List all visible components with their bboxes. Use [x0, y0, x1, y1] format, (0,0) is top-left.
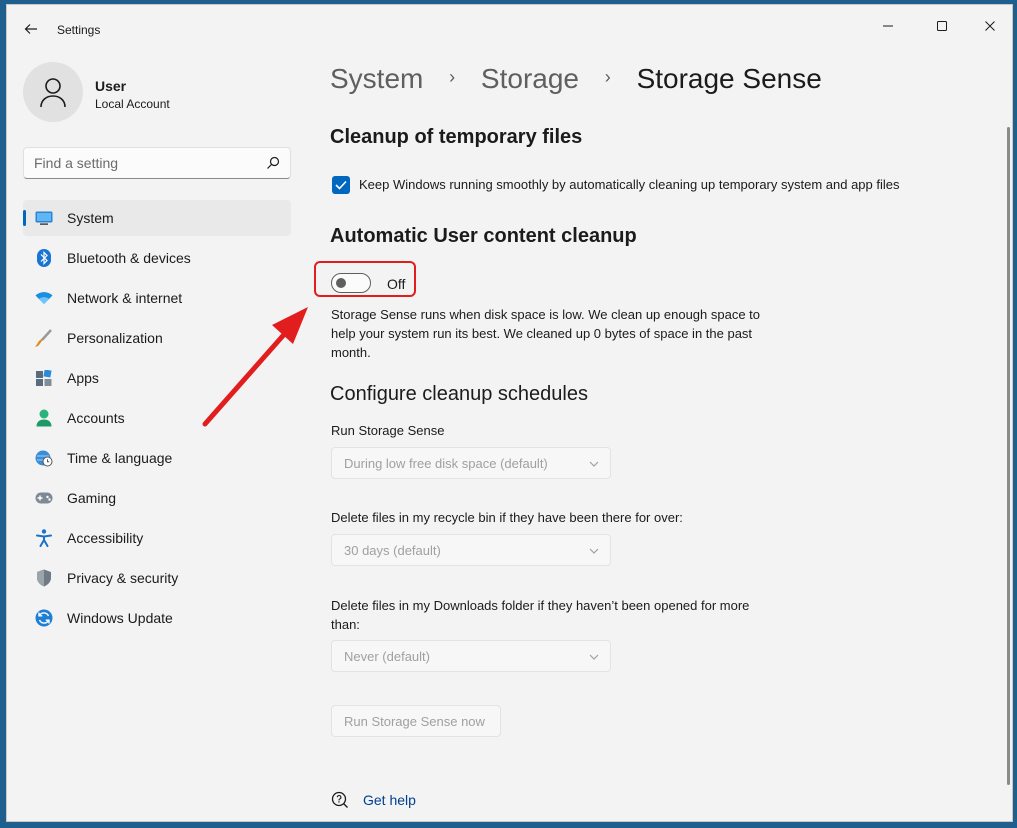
button-label: Run Storage Sense now — [344, 714, 485, 729]
checkbox-label[interactable]: Keep Windows running smoothly by automat… — [359, 177, 900, 192]
keep-windows-running-checkbox[interactable] — [332, 176, 350, 194]
sidebar-nav: System Bluetooth & devices Network & int… — [23, 200, 291, 640]
sidebar-item-personalization[interactable]: Personalization — [23, 320, 291, 356]
sidebar-item-network[interactable]: Network & internet — [23, 280, 291, 316]
dropdown-value: During low free disk space (default) — [344, 456, 548, 471]
gamepad-icon — [35, 489, 53, 507]
sidebar-item-label: Windows Update — [67, 610, 173, 626]
sidebar-item-system[interactable]: System — [23, 200, 291, 236]
run-storage-sense-dropdown[interactable]: During low free disk space (default) — [331, 447, 611, 479]
title-bar: Settings — [7, 5, 1012, 51]
sidebar-item-label: Accounts — [67, 410, 125, 426]
wifi-icon — [35, 289, 53, 307]
sidebar-item-label: Network & internet — [67, 290, 183, 306]
sidebar-item-time-language[interactable]: Time & language — [23, 440, 291, 476]
search-input[interactable] — [24, 148, 264, 178]
sidebar-item-label: Bluetooth & devices — [67, 250, 191, 266]
account-type: Local Account — [95, 97, 170, 111]
close-button[interactable] — [967, 11, 1012, 41]
recycle-bin-label: Delete files in my recycle bin if they h… — [331, 510, 683, 525]
sidebar-item-accessibility[interactable]: Accessibility — [23, 520, 291, 556]
section-heading-auto-cleanup: Automatic User content cleanup — [330, 225, 637, 247]
minimize-button[interactable] — [865, 11, 911, 41]
sidebar-item-label: Accessibility — [67, 530, 144, 546]
page-title: Storage Sense — [636, 63, 822, 94]
recycle-bin-dropdown[interactable]: 30 days (default) — [331, 534, 611, 566]
chevron-down-icon — [589, 548, 599, 554]
run-storage-sense-label: Run Storage Sense — [331, 423, 445, 438]
sidebar-item-accounts[interactable]: Accounts — [23, 400, 291, 436]
get-help-link[interactable]: Get help — [363, 792, 416, 808]
globe-clock-icon — [35, 449, 53, 467]
breadcrumb-system[interactable]: System — [330, 63, 423, 94]
toggle-knob — [336, 278, 346, 288]
run-storage-sense-now-button[interactable]: Run Storage Sense now — [331, 705, 501, 737]
user-name: User — [95, 78, 127, 94]
dropdown-value: Never (default) — [344, 649, 430, 664]
sidebar-item-label: Gaming — [67, 490, 117, 506]
accounts-icon — [35, 409, 53, 427]
settings-window: Settings User Local Account Find a setti… — [6, 4, 1013, 822]
bluetooth-icon — [35, 249, 53, 267]
dropdown-value: 30 days (default) — [344, 543, 441, 558]
section-heading-temp-files: Cleanup of temporary files — [330, 126, 583, 148]
user-icon — [40, 78, 66, 108]
back-button[interactable] — [21, 19, 41, 39]
scrollbar[interactable] — [1007, 127, 1010, 785]
chevron-down-icon — [589, 654, 599, 660]
close-icon — [985, 21, 995, 31]
help-icon — [331, 791, 348, 808]
sidebar-item-bluetooth[interactable]: Bluetooth & devices — [23, 240, 291, 276]
sidebar-item-windows-update[interactable]: Windows Update — [23, 600, 291, 636]
chevron-right-icon: › — [449, 67, 456, 88]
downloads-folder-dropdown[interactable]: Never (default) — [331, 640, 611, 672]
avatar[interactable] — [23, 62, 83, 122]
sidebar-item-label: Time & language — [67, 450, 173, 466]
toggle-state-label: Off — [387, 276, 406, 292]
sidebar-item-label: System — [67, 210, 114, 226]
downloads-folder-label: Delete files in my Downloads folder if t… — [331, 598, 750, 632]
minimize-icon — [883, 25, 893, 27]
back-arrow-icon — [24, 24, 37, 34]
section-heading-schedules: Configure cleanup schedules — [330, 383, 588, 405]
chevron-down-icon — [589, 461, 599, 467]
accessibility-icon — [35, 529, 53, 547]
system-icon — [35, 209, 53, 227]
maximize-button[interactable] — [919, 11, 965, 41]
breadcrumb: System › Storage › Storage Sense — [330, 63, 822, 95]
sidebar-item-label: Privacy & security — [67, 570, 179, 586]
sidebar-item-apps[interactable]: Apps — [23, 360, 291, 396]
app-title: Settings — [57, 23, 101, 37]
update-icon — [35, 609, 53, 627]
auto-cleanup-toggle[interactable] — [331, 273, 371, 293]
maximize-icon — [937, 21, 947, 31]
breadcrumb-storage[interactable]: Storage — [481, 63, 579, 94]
chevron-right-icon: › — [604, 67, 611, 88]
apps-icon — [35, 369, 53, 387]
sidebar-item-label: Personalization — [67, 330, 163, 346]
brush-icon — [35, 329, 53, 347]
sidebar-item-privacy[interactable]: Privacy & security — [23, 560, 291, 596]
shield-icon — [35, 569, 53, 587]
sidebar-item-label: Apps — [67, 370, 99, 386]
storage-sense-description: Storage Sense runs when disk space is lo… — [331, 307, 761, 360]
checkmark-icon — [335, 180, 347, 190]
search-icon — [267, 156, 280, 169]
sidebar-item-gaming[interactable]: Gaming — [23, 480, 291, 516]
search-box[interactable] — [23, 147, 291, 179]
